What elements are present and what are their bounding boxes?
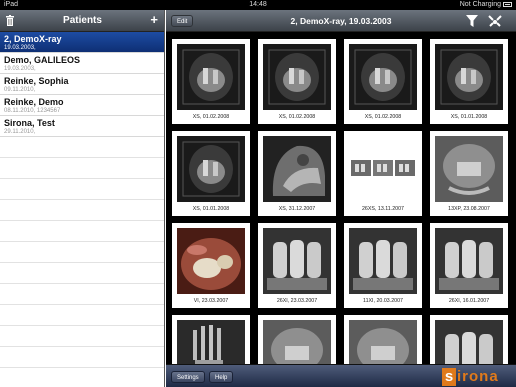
patient-name: Reinke, Demo (4, 97, 64, 107)
xray-image (349, 136, 417, 202)
image-thumbnail[interactable]: VI, 23.03.2007 (172, 223, 250, 308)
image-grid: XS, 01.02.2008 XS, 01.02.2008 XS, 01.02.20… (166, 32, 516, 364)
empty-row (0, 242, 164, 263)
sirona-logo: s irona (442, 368, 512, 386)
xray-image (177, 320, 245, 364)
logo-letter-s: s (442, 368, 456, 386)
image-thumbnail[interactable]: 26XI, 23.03.2007 (258, 223, 336, 308)
image-thumbnail[interactable] (172, 315, 250, 364)
xray-image (435, 136, 503, 202)
patient-row[interactable]: Reinke, Demo 08.11.2010, 1234567 (0, 95, 164, 116)
xray-image (435, 228, 503, 294)
battery-icon (503, 1, 512, 7)
patient-name: Demo, GALILEOS (4, 55, 81, 65)
patient-name: Sirona, Test (4, 118, 55, 128)
logo-text: irona (457, 368, 499, 385)
image-caption: VI, 23.03.2007 (193, 298, 229, 304)
detail-panel: Edit 2, DemoX-ray, 19.03.2003 XS, 01.02.… (166, 10, 516, 387)
xray-image (349, 228, 417, 294)
empty-row (0, 221, 164, 242)
patient-date: 19.03.2003, (4, 66, 36, 72)
xray-image (263, 320, 331, 364)
image-thumbnail[interactable]: 26XS, 13.11.2007 (344, 131, 422, 216)
image-thumbnail[interactable]: XS, 01.02.2008 (172, 39, 250, 124)
patients-header: Patients + (0, 10, 164, 32)
empty-row (0, 263, 164, 284)
image-thumbnail[interactable]: XS, 01.01.2008 (172, 131, 250, 216)
empty-row (0, 347, 164, 368)
empty-row (0, 137, 164, 158)
empty-row (0, 179, 164, 200)
detail-title: 2, DemoX-ray, 19.03.2003 (290, 16, 392, 26)
image-caption: 26XI, 16.01.2007 (448, 298, 490, 304)
patients-title: Patients (63, 15, 102, 26)
image-caption: XS, 01.01.2008 (450, 114, 488, 120)
image-thumbnail[interactable]: 11XI, 20.03.2007 (344, 223, 422, 308)
clock: 14:48 (249, 1, 267, 8)
charging-label: Not Charging (459, 1, 501, 8)
patient-row[interactable]: Reinke, Sophia 09.11.2010, (0, 74, 164, 95)
charging-status: Not Charging (460, 1, 512, 8)
status-bar: iPad 14:48 Not Charging (0, 0, 516, 10)
image-caption: 26XS, 13.11.2007 (361, 206, 405, 212)
empty-row (0, 200, 164, 221)
patient-row[interactable]: Sirona, Test 29.11.2010, (0, 116, 164, 137)
empty-row (0, 326, 164, 347)
image-thumbnail[interactable]: XS, 01.02.2008 (258, 39, 336, 124)
bottom-toolbar: Settings Help s irona (166, 364, 516, 387)
empty-row (0, 305, 164, 326)
detail-header: Edit 2, DemoX-ray, 19.03.2003 (166, 10, 516, 32)
empty-row (0, 158, 164, 179)
patient-row[interactable]: 2, DemoX-ray 19.03.2003, (0, 32, 164, 53)
patient-name: 2, DemoX-ray (4, 34, 62, 44)
image-caption: XS, 01.02.2008 (364, 114, 402, 120)
patient-date: 08.11.2010, 1234567 (4, 108, 61, 114)
xray-image (263, 44, 331, 110)
empty-list-area (0, 137, 164, 368)
image-caption: XS, 31.12.2007 (278, 206, 316, 212)
patient-date: 19.03.2003, (4, 45, 36, 51)
image-thumbnail[interactable]: XS, 01.01.2008 (430, 39, 508, 124)
xray-image (177, 228, 245, 294)
xray-image (435, 320, 503, 364)
xray-image (435, 44, 503, 110)
xray-image (177, 44, 245, 110)
image-caption: XS, 01.02.2008 (192, 114, 230, 120)
patients-panel: Patients + 2, DemoX-ray 19.03.2003, Demo, … (0, 10, 165, 387)
xray-image (349, 320, 417, 364)
patient-row[interactable]: Demo, GALILEOS 19.03.2003, (0, 53, 164, 74)
xray-image (177, 136, 245, 202)
filter-icon[interactable] (466, 15, 478, 27)
image-caption: 11XI, 20.03.2007 (363, 298, 403, 304)
patient-name: Reinke, Sophia (4, 76, 69, 86)
image-thumbnail[interactable]: 13XP, 23.08.2007 (430, 131, 508, 216)
xray-image (263, 136, 331, 202)
settings-button[interactable]: Settings (171, 371, 205, 383)
image-thumbnail[interactable]: XS, 01.02.2008 (344, 39, 422, 124)
tools-icon[interactable] (488, 15, 502, 27)
image-caption: XS, 01.02.2008 (278, 114, 316, 120)
plus-icon[interactable]: + (150, 13, 158, 27)
image-thumbnail[interactable]: XS, 31.12.2007 (258, 131, 336, 216)
image-thumbnail[interactable] (430, 315, 508, 364)
patient-date: 29.11.2010, (4, 129, 36, 135)
xray-image (349, 44, 417, 110)
patient-date: 09.11.2010, (4, 87, 36, 93)
image-caption: 13XP, 23.08.2007 (448, 206, 490, 212)
xray-image (263, 228, 331, 294)
image-caption: XS, 01.01.2008 (192, 206, 230, 212)
empty-row (0, 284, 164, 305)
patient-list: 2, DemoX-ray 19.03.2003, Demo, GALILEOS 19.… (0, 32, 164, 137)
image-thumbnail[interactable] (344, 315, 422, 364)
image-caption: 26XI, 23.03.2007 (276, 298, 318, 304)
image-thumbnail[interactable] (258, 315, 336, 364)
image-thumbnail[interactable]: 26XI, 16.01.2007 (430, 223, 508, 308)
help-button[interactable]: Help (209, 371, 234, 383)
